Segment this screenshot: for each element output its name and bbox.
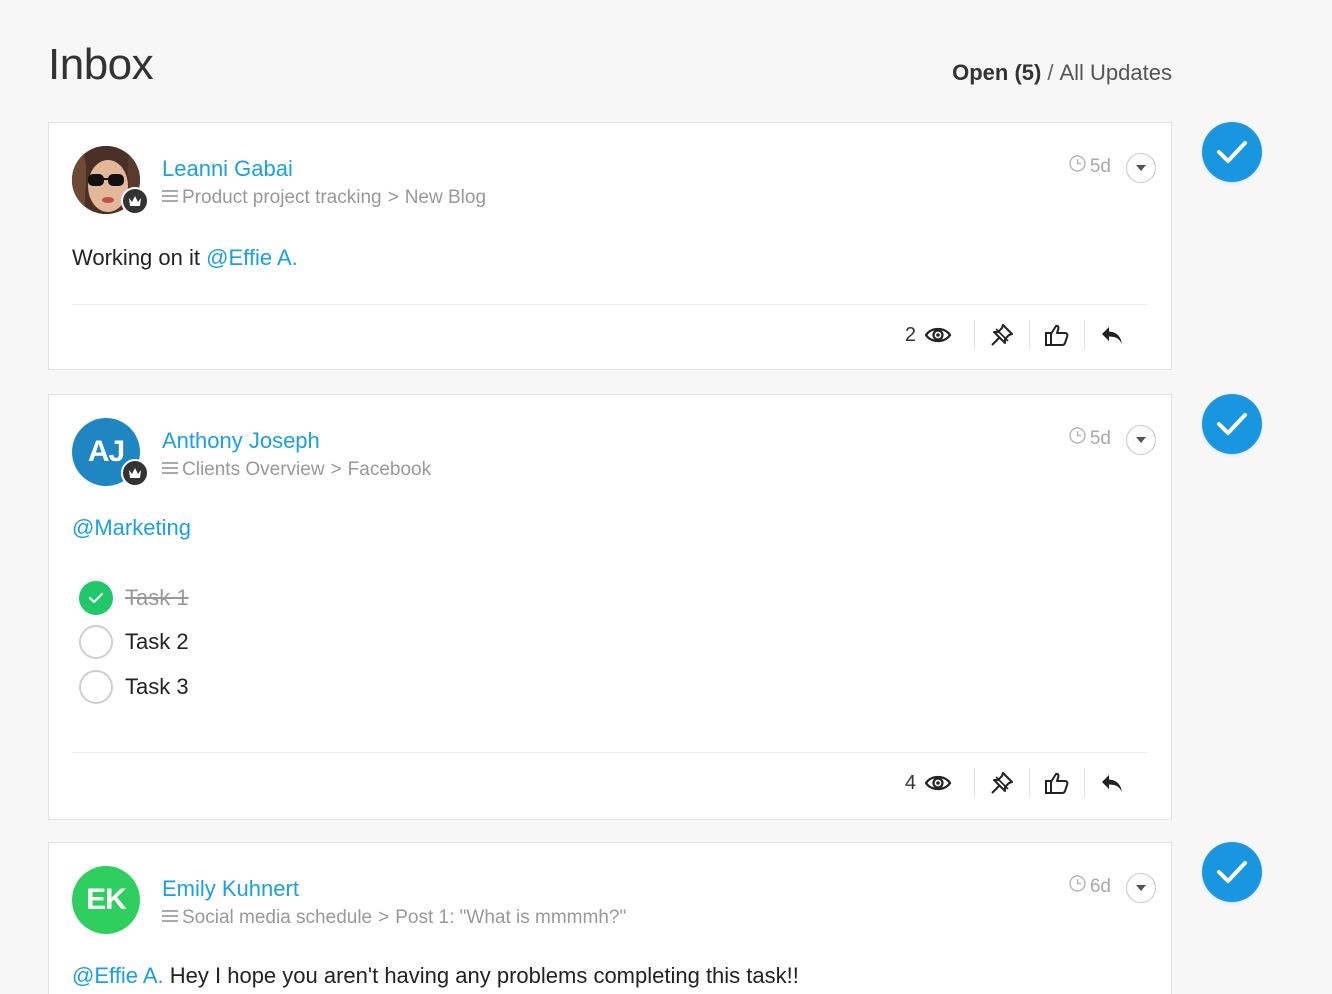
crown-icon <box>121 459 149 487</box>
mark-done-button[interactable] <box>1202 394 1262 454</box>
divider <box>72 752 1148 753</box>
checkmark-icon <box>1217 141 1247 163</box>
list-icon <box>162 459 178 481</box>
inbox-header: Inbox Open (5) / All Updates <box>48 40 1172 96</box>
time-label: 5d <box>1089 155 1111 177</box>
post-menu-button[interactable] <box>1126 153 1156 183</box>
post-time: 5d <box>1069 427 1111 450</box>
update-card: EK Emily Kuhnert Social media schedule >… <box>48 842 1172 994</box>
post-body: @Effie A. Hey I hope you aren't having a… <box>72 963 799 989</box>
divider <box>72 304 1148 305</box>
avatar-initials: AJ <box>87 435 125 468</box>
breadcrumb-item[interactable]: New Blog <box>405 187 486 209</box>
update-card: AJ Anthony Joseph Clients Overview > Fac… <box>48 394 1172 820</box>
view-count-label: 2 <box>904 323 916 346</box>
breadcrumb: Product project tracking > New Blog <box>162 187 486 209</box>
breadcrumb-separator: > <box>378 907 390 928</box>
post-body: @Marketing <box>72 515 191 541</box>
breadcrumb-separator: > <box>330 459 342 480</box>
time-label: 6d <box>1089 875 1111 897</box>
avatar[interactable]: AJ <box>72 418 149 487</box>
chevron-down-icon <box>1136 437 1146 443</box>
reply-icon <box>1102 327 1122 344</box>
filter-separator: / <box>1047 60 1054 85</box>
reply-button[interactable] <box>1085 317 1139 353</box>
update-filter: Open (5) / All Updates <box>952 60 1172 86</box>
post-menu-button[interactable] <box>1126 873 1156 903</box>
breadcrumb: Social media schedule > Post 1: "What is… <box>162 907 626 929</box>
checklist-item[interactable]: Task 2 <box>79 625 189 659</box>
reply-button[interactable] <box>1085 765 1139 801</box>
avatar[interactable]: EK <box>72 866 140 934</box>
pin-button[interactable] <box>975 317 1029 353</box>
checkbox-unchecked[interactable] <box>79 670 113 704</box>
list-icon <box>162 907 178 929</box>
checkmark-icon <box>88 592 104 604</box>
post-body: Working on it @Effie A. <box>72 245 298 271</box>
checkmark-icon <box>1217 861 1247 883</box>
breadcrumb-separator: > <box>387 187 399 208</box>
post-actions: 2 <box>905 317 1139 353</box>
post-text: Hey I hope you aren't having any problem… <box>163 963 799 988</box>
author-name[interactable]: Emily Kuhnert <box>162 876 299 902</box>
task-label: Task 3 <box>125 674 189 699</box>
post-text: Working on it <box>72 245 207 270</box>
post-menu-button[interactable] <box>1126 425 1156 455</box>
pin-button[interactable] <box>975 765 1029 801</box>
breadcrumb-item[interactable]: Post 1: "What is mmmmh?" <box>395 907 626 929</box>
avatar-initials: EK <box>86 883 127 916</box>
chevron-down-icon <box>1136 165 1146 171</box>
update-card: Leanni Gabai Product project tracking > … <box>48 122 1172 370</box>
pin-icon <box>991 324 1013 346</box>
crown-icon <box>121 187 149 215</box>
task-label: Task 2 <box>125 629 189 654</box>
checkmark-icon <box>1217 413 1247 435</box>
mark-done-button[interactable] <box>1202 842 1262 902</box>
list-icon <box>162 187 178 209</box>
mention-link[interactable]: @Effie A. <box>206 245 298 270</box>
clock-icon <box>1069 875 1086 898</box>
post-time: 6d <box>1069 875 1111 898</box>
checklist-item[interactable]: Task 3 <box>79 670 189 704</box>
checkbox-unchecked[interactable] <box>79 625 113 659</box>
author-name[interactable]: Anthony Joseph <box>162 428 320 454</box>
like-button[interactable] <box>1030 317 1084 353</box>
post-actions: 4 <box>905 765 1139 801</box>
page-title: Inbox <box>48 40 154 89</box>
inbox-page: Inbox Open (5) / All Updates Leanni Gaba… <box>0 0 1332 994</box>
reply-icon <box>1102 775 1122 792</box>
clock-icon <box>1069 427 1086 450</box>
breadcrumb-board[interactable]: Clients Overview <box>182 459 325 481</box>
filter-open[interactable]: Open (5) <box>952 60 1041 85</box>
mark-done-button[interactable] <box>1202 122 1262 182</box>
view-count-label: 4 <box>904 771 916 794</box>
pin-icon <box>991 772 1013 794</box>
eye-icon <box>924 327 952 343</box>
chevron-down-icon <box>1136 885 1146 891</box>
breadcrumb-board[interactable]: Social media schedule <box>182 907 372 929</box>
filter-all-updates[interactable]: All Updates <box>1059 60 1172 85</box>
thumbs-up-icon <box>1045 324 1069 346</box>
breadcrumb-item[interactable]: Facebook <box>348 459 431 481</box>
checklist-item[interactable]: Task 1 <box>79 581 189 615</box>
mention-link[interactable]: @Marketing <box>72 515 191 540</box>
like-button[interactable] <box>1030 765 1084 801</box>
eye-icon <box>924 775 952 791</box>
breadcrumb: Clients Overview > Facebook <box>162 459 431 481</box>
task-label: Task 1 <box>125 585 189 610</box>
author-name[interactable]: Leanni Gabai <box>162 156 293 182</box>
post-time: 5d <box>1069 155 1111 178</box>
clock-icon <box>1069 155 1086 178</box>
view-count[interactable]: 4 <box>905 772 952 795</box>
thumbs-up-icon <box>1045 772 1069 794</box>
view-count[interactable]: 2 <box>905 324 952 347</box>
avatar[interactable] <box>72 146 149 215</box>
time-label: 5d <box>1089 427 1111 449</box>
breadcrumb-board[interactable]: Product project tracking <box>182 187 382 209</box>
mention-link[interactable]: @Effie A. <box>72 963 164 988</box>
checkbox-checked[interactable] <box>79 581 113 615</box>
